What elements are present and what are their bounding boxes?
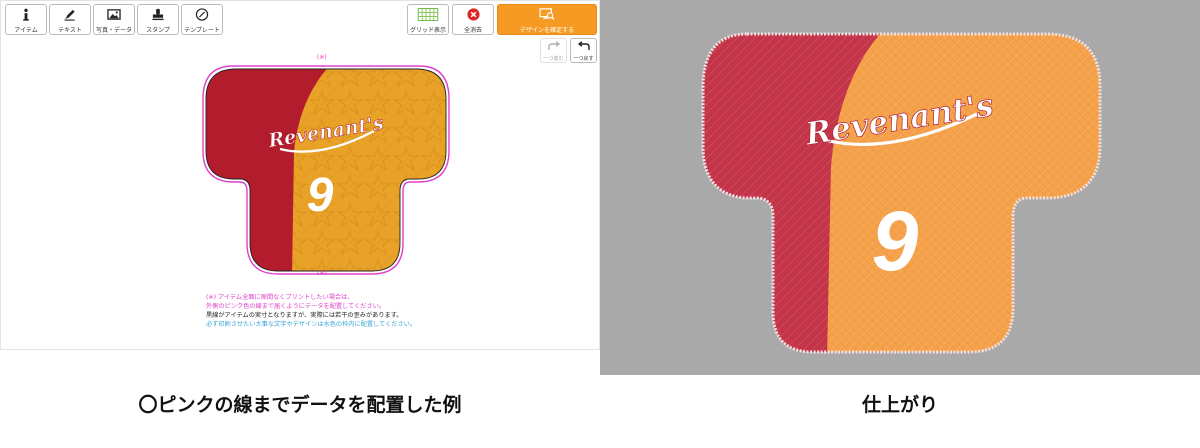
confirm-design-label: デザインを確定する — [519, 27, 574, 34]
player-number[interactable]: 9 — [307, 169, 334, 222]
history-controls: 一つ進む 一つ戻す — [540, 38, 597, 63]
clear-all-label: 全消去 — [463, 27, 482, 34]
undo-label: 一つ戻す — [573, 56, 594, 62]
top-bleed-mark: (※) — [317, 54, 327, 61]
info-icon — [23, 8, 29, 21]
template-tool-button[interactable]: テンプレート — [181, 4, 223, 35]
towel-product-image: Revenant's 9 — [701, 32, 1102, 354]
template-tool-label: テンプレート — [184, 27, 220, 34]
pen-icon — [64, 9, 75, 21]
caption-right: 仕上がり — [861, 394, 938, 416]
confirm-design-button[interactable]: デザインを確定する — [497, 4, 597, 35]
action-buttons: グリッド表示 全消去 デザインを確定する — [407, 4, 597, 35]
undo-button[interactable]: 一つ戻す — [570, 38, 597, 63]
note-line-4: 必ず印刷させたい大事な文字やデザインは水色の枠内に配置してください。 — [206, 321, 417, 328]
grid-toggle-label: グリッド表示 — [409, 27, 446, 34]
design-canvas: Revenant's 9 — [202, 65, 450, 275]
note-line-2: 外側のピンク色の線まで届くようにデータを配置してください。 — [206, 303, 386, 310]
note-line-1: (※) アイテム全面に隙間なくプリントしたい場合は、 — [206, 294, 354, 301]
image-icon — [107, 9, 121, 20]
compass-icon — [195, 8, 209, 21]
design-editor: アイテム テキスト 写真・データ スタンプ テンプレート グリッド表示 全消去 … — [0, 0, 600, 350]
note-line-3: 黒線がアイテムの実寸となりますが、実際には若干の歪みがあります。 — [206, 312, 403, 319]
product-number: 9 — [872, 194, 919, 288]
undo-icon — [577, 41, 590, 50]
monitor-search-icon — [539, 8, 555, 20]
finished-product-photo: Revenant's 9 — [600, 0, 1200, 375]
bottom-bleed-mark: (※) — [317, 270, 327, 277]
stamp-tool-button[interactable]: スタンプ — [137, 4, 179, 35]
text-tool-label: テキスト — [58, 27, 82, 34]
item-tool-label: アイテム — [14, 27, 38, 34]
close-circle-icon — [466, 8, 480, 21]
stamp-tool-label: スタンプ — [146, 27, 170, 34]
photo-tool-label: 写真・データ — [95, 27, 132, 34]
photo-tool-button[interactable]: 写真・データ — [93, 4, 135, 35]
grid-icon — [417, 8, 439, 21]
item-tool-button[interactable]: アイテム — [5, 4, 47, 35]
text-tool-button[interactable]: テキスト — [49, 4, 91, 35]
caption-left: 〇ピンクの線までデータを配置した例 — [138, 394, 462, 416]
redo-button[interactable]: 一つ進む — [540, 38, 567, 63]
clear-all-button[interactable]: 全消去 — [452, 4, 494, 35]
redo-icon — [547, 41, 560, 50]
stamp-icon — [152, 8, 164, 21]
print-notes: (※) アイテム全面に隙間なくプリントしたい場合は、 外側のピンク色の線まで届く… — [206, 293, 416, 329]
grid-toggle-button[interactable]: グリッド表示 — [407, 4, 449, 35]
redo-label: 一つ進む — [543, 56, 564, 62]
toolbar: アイテム テキスト 写真・データ スタンプ テンプレート — [5, 4, 223, 35]
